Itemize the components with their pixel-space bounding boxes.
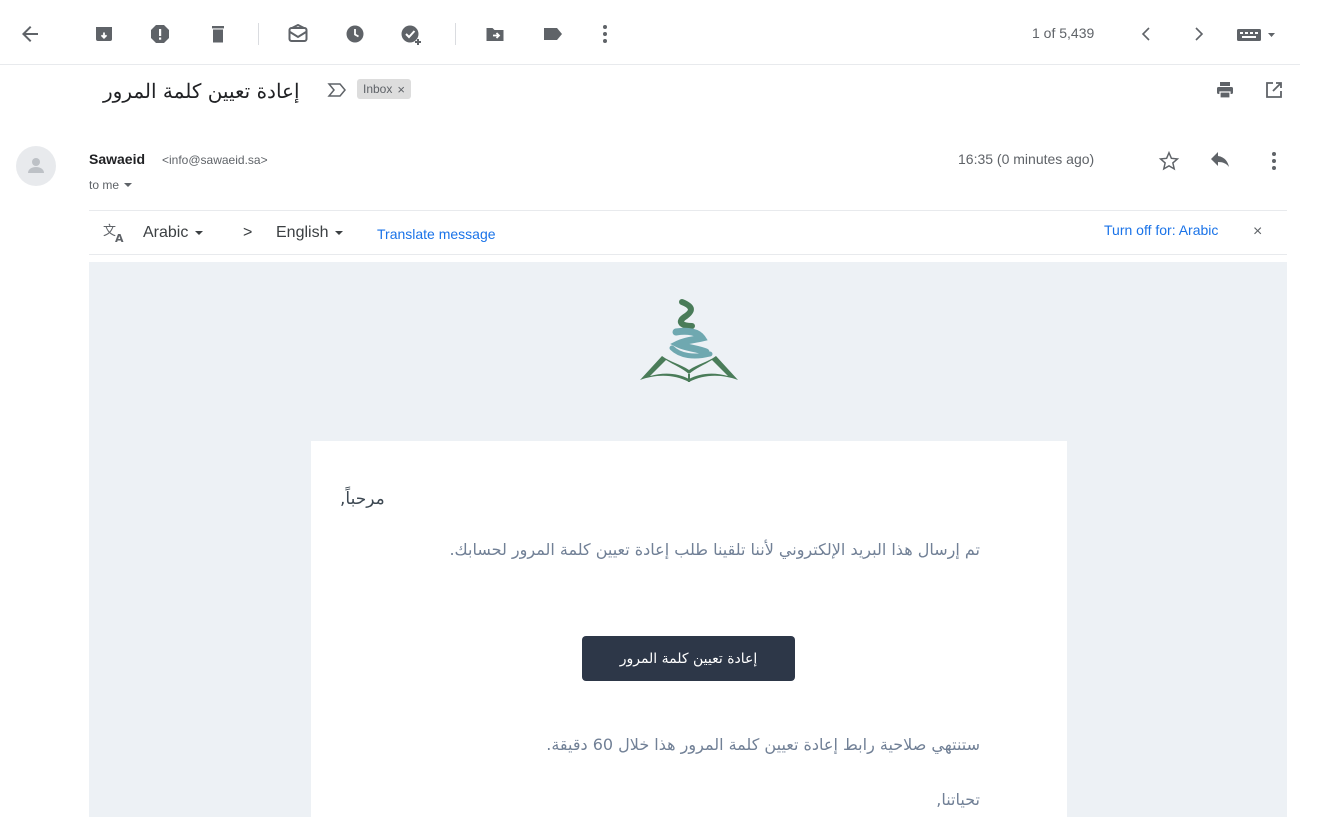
keyboard-icon[interactable] [1232, 22, 1284, 46]
translate-direction-arrow: > [243, 224, 253, 241]
add-to-tasks-icon[interactable] [398, 22, 424, 48]
email-greeting: مرحباً, [340, 489, 385, 509]
message-timestamp: 16:35 (0 minutes ago) [958, 151, 1095, 167]
print-icon[interactable] [1213, 78, 1237, 102]
svg-text:A: A [115, 232, 124, 244]
importance-marker-icon[interactable] [325, 80, 349, 100]
target-language-select[interactable]: English [276, 224, 344, 242]
chevron-down-icon [195, 231, 204, 235]
chevron-right-icon[interactable] [1187, 22, 1211, 46]
email-paragraph-expiry: ستنتهي صلاحية رابط إعادة تعيين كلمة المر… [546, 735, 980, 754]
pagination-count: 1 of 5,439 [1032, 25, 1095, 41]
remove-label-button[interactable]: × [397, 82, 405, 97]
open-new-window-icon[interactable] [1262, 78, 1286, 102]
email-paragraph-reason: تم إرسال هذا البريد الإلكتروني لأننا تلق… [449, 540, 980, 559]
email-signoff: تحياتنا, [936, 790, 980, 809]
reply-icon[interactable] [1207, 148, 1233, 174]
close-translate-bar-button[interactable]: × [1253, 223, 1262, 241]
delete-icon[interactable] [206, 22, 230, 46]
move-to-icon[interactable] [483, 22, 507, 46]
recipient-text: to me [89, 178, 120, 192]
chevron-down-icon [124, 183, 133, 187]
reset-password-button[interactable]: إعادة تعيين كلمة المرور [582, 636, 795, 681]
archive-icon[interactable] [92, 22, 116, 46]
chevron-left-icon[interactable] [1134, 22, 1158, 46]
back-arrow-icon[interactable] [18, 22, 42, 46]
snooze-icon[interactable] [343, 22, 367, 46]
target-language-label: English [276, 224, 329, 241]
more-vert-icon[interactable] [593, 22, 617, 46]
sender-name[interactable]: Sawaeid [89, 151, 145, 167]
source-language-label: Arabic [143, 224, 189, 241]
email-subject: إعادة تعيين كلمة المرور [103, 79, 300, 103]
sawaeid-logo [636, 296, 742, 386]
report-spam-icon[interactable] [148, 22, 172, 46]
avatar[interactable] [16, 146, 56, 186]
star-icon[interactable] [1156, 148, 1182, 174]
inbox-label-chip: Inbox × [357, 79, 411, 99]
chevron-down-icon [335, 231, 344, 235]
recipient-details-toggle[interactable]: to me [89, 178, 133, 192]
translate-message-link[interactable]: Translate message [377, 226, 496, 242]
sender-email: <info@sawaeid.sa> [162, 153, 268, 167]
label-icon[interactable] [541, 22, 565, 46]
translate-icon: 文A [102, 220, 128, 246]
mark-unread-icon[interactable] [286, 22, 310, 46]
source-language-select[interactable]: Arabic [143, 224, 204, 242]
turn-off-translation-link[interactable]: Turn off for: Arabic [1104, 222, 1218, 238]
message-more-vert-icon[interactable] [1262, 148, 1286, 174]
inbox-label-text: Inbox [363, 82, 393, 96]
